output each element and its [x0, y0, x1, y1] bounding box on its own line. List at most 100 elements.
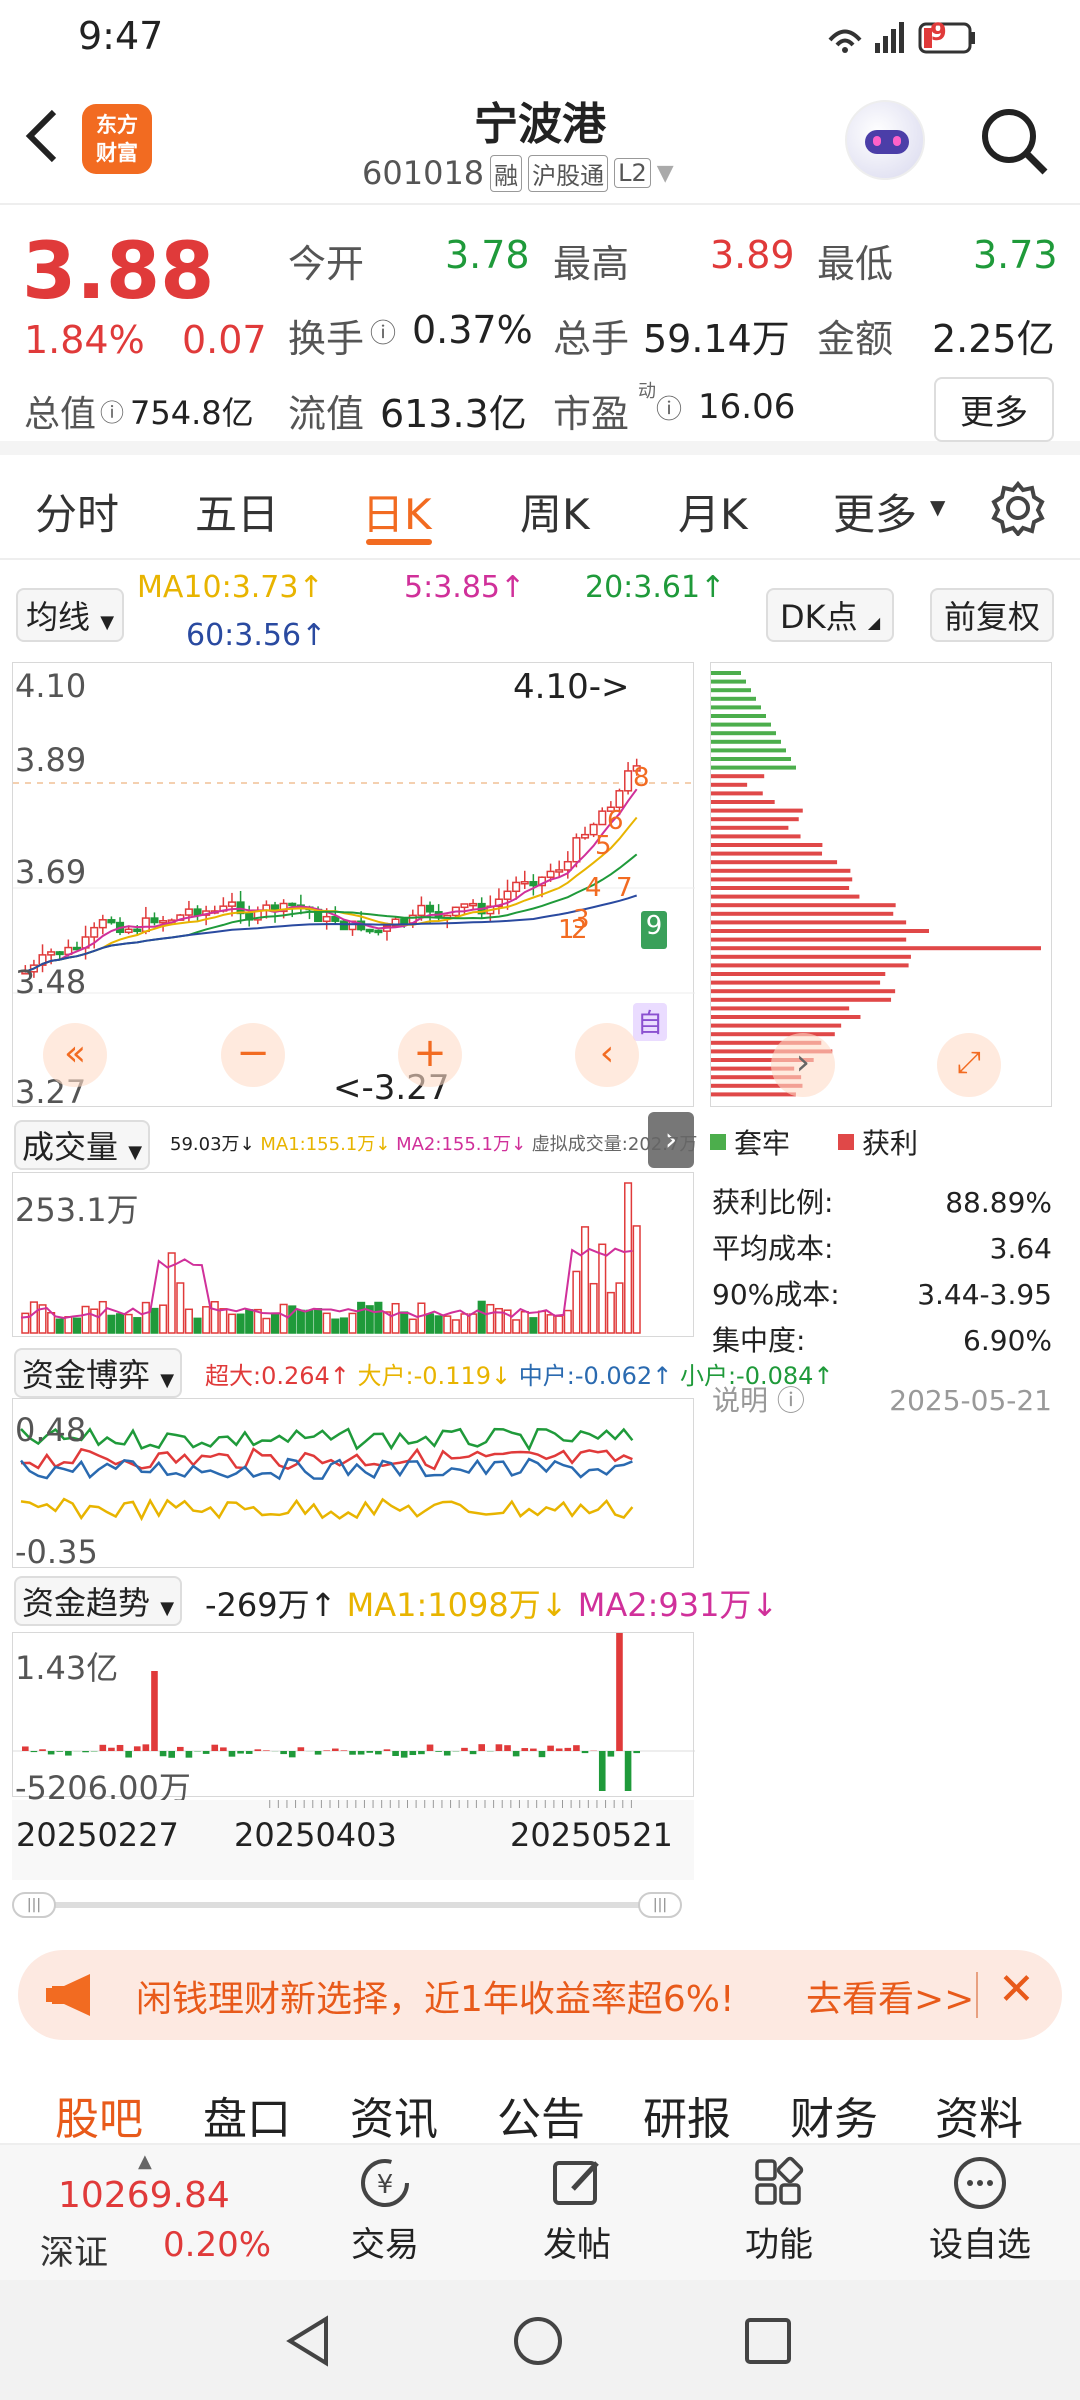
- more-button[interactable]: 更多: [934, 377, 1054, 442]
- tab-research[interactable]: 研报: [643, 2083, 731, 2147]
- fund-game-y-top: 0.48: [15, 1411, 87, 1449]
- chip-bar: [711, 688, 751, 693]
- fund-game-selector[interactable]: 资金博弈 ▼: [14, 1348, 183, 1398]
- volume-bar: [512, 1319, 521, 1334]
- chip-bar: [711, 980, 881, 985]
- slider-right-handle[interactable]: |||: [638, 1892, 682, 1918]
- volume-bar: [606, 1291, 615, 1334]
- gear-icon[interactable]: [990, 480, 1046, 536]
- fund-trend-bar: [435, 1751, 442, 1752]
- quote-panel: 3.88 1.84% 0.07 总值 ⓘ 754.8亿 今开 3.78 最高 3…: [0, 205, 1080, 455]
- tab-monthly-k[interactable]: 月K: [678, 481, 748, 542]
- candle-body: [133, 928, 142, 933]
- trade-button[interactable]: ¥ 交易: [330, 2155, 440, 2270]
- volume-bar: [107, 1314, 116, 1334]
- robot-avatar-icon[interactable]: [845, 100, 925, 180]
- chevron-down-icon[interactable]: ▼: [657, 161, 674, 186]
- fund-trend-bar: [125, 1751, 132, 1758]
- fund-trend-bar: [65, 1751, 72, 1756]
- open-value: 3.78: [445, 233, 530, 277]
- scroll-left-fast-button[interactable]: «: [43, 1023, 107, 1087]
- volume-stats: 59.03万↓ MA1:155.1万↓ MA2:155.1万↓ 虚拟成交量:20…: [170, 1130, 697, 1156]
- chip-next-button[interactable]: ›: [771, 1033, 835, 1097]
- tab-5day[interactable]: 五日: [195, 481, 279, 542]
- fund-trend-bar: [159, 1751, 167, 1757]
- fund-trend-bar: [30, 1751, 38, 1753]
- tab-announcement[interactable]: 公告: [497, 2083, 585, 2147]
- volume-label: 总手: [553, 317, 630, 361]
- td-seq-num: 3: [573, 905, 590, 935]
- close-icon[interactable]: ✕: [998, 1964, 1035, 2015]
- adjust-selector[interactable]: 前复权: [930, 588, 1055, 642]
- functions-button[interactable]: 功能: [724, 2155, 834, 2270]
- tab-profile[interactable]: 资料: [935, 2083, 1023, 2147]
- chip-bar: [711, 1015, 861, 1019]
- range-slider[interactable]: ||| |||: [12, 1892, 694, 1918]
- post-button[interactable]: 发帖: [522, 2155, 632, 2270]
- fund-game-line: [20, 1497, 634, 1522]
- chip-bar: [711, 843, 823, 847]
- high-value: 3.89: [710, 233, 795, 277]
- ma5-label: 5:3.85↑: [404, 570, 526, 605]
- fund-trend-bar: [99, 1744, 107, 1751]
- fund-game-chart[interactable]: 0.48 -0.35: [12, 1398, 694, 1571]
- volume-bar: [391, 1302, 400, 1334]
- tab-pankou[interactable]: 盘口: [203, 2083, 291, 2147]
- nav-home-icon[interactable]: [512, 2315, 564, 2367]
- tab-news[interactable]: 资讯: [350, 2083, 438, 2147]
- info-icon[interactable]: ⓘ: [100, 393, 124, 428]
- chip-bar: [711, 903, 896, 908]
- dk-point-selector[interactable]: DK点 ◢: [766, 588, 895, 642]
- tab-underline: [366, 539, 432, 545]
- volume-bar: [236, 1313, 245, 1334]
- search-icon[interactable]: [975, 102, 1055, 182]
- zoom-out-button[interactable]: −: [221, 1023, 285, 1087]
- date-axis: 20250227 20250403 20250521: [12, 1800, 694, 1880]
- ma-selector[interactable]: 均线 ▼: [16, 588, 125, 642]
- info-icon[interactable]: ⓘ: [370, 313, 396, 350]
- fund-trend-bar: [133, 1746, 141, 1751]
- chip-bar: [711, 705, 761, 710]
- last-price: 3.88: [22, 227, 215, 317]
- nav-back-icon[interactable]: [282, 2315, 334, 2367]
- chip-bar: [711, 937, 907, 942]
- fund-trend-chart[interactable]: 1.43亿 -5206.00万: [12, 1632, 695, 1807]
- volume-chart[interactable]: 253.1万: [12, 1172, 694, 1337]
- volume-bar: [55, 1318, 64, 1334]
- tab-finance[interactable]: 财务: [790, 2083, 878, 2147]
- fund-trend-bar: [177, 1746, 184, 1751]
- info-icon[interactable]: ⓘ: [656, 389, 682, 426]
- chip-bar: [711, 671, 741, 675]
- expand-icon[interactable]: ⤢: [937, 1033, 1001, 1097]
- kline-chart[interactable]: 4.10 3.89 3.69 3.48 3.27 4.10-> <-3.27 9…: [12, 662, 695, 1111]
- volume-bar: [90, 1308, 99, 1334]
- tab-intraday[interactable]: 分时: [35, 481, 119, 542]
- content-tabs: 股吧 盘口 资讯 公告 研报 财务 资料: [0, 2055, 1080, 2145]
- tab-weekly-k[interactable]: 周K: [520, 481, 590, 542]
- dk-point-label: DK点: [780, 598, 858, 636]
- promo-cta[interactable]: 去看看>>: [806, 1970, 974, 2022]
- fund-trend-bar: [607, 1751, 615, 1757]
- candle-body: [141, 917, 150, 933]
- fund-trend-bar: [357, 1751, 365, 1755]
- fund-trend-selector[interactable]: 资金趋势 ▼: [14, 1576, 183, 1626]
- zoom-in-button[interactable]: +: [398, 1023, 462, 1087]
- chip-distribution-chart[interactable]: › ⤢: [710, 662, 1052, 1107]
- volume-bar: [572, 1270, 581, 1334]
- edit-icon: [553, 2161, 599, 2205]
- candle-body: [460, 903, 469, 909]
- index-ticker[interactable]: ▲ 10269.84 深证 0.20%: [18, 2151, 288, 2273]
- candle-body: [400, 918, 409, 924]
- tab-more[interactable]: 更多: [833, 481, 917, 542]
- slider-left-handle[interactable]: |||: [12, 1892, 56, 1918]
- fund-trend-bar: [56, 1751, 64, 1752]
- candle-body: [563, 860, 572, 871]
- nav-recents-icon[interactable]: [742, 2315, 794, 2367]
- tab-daily-k[interactable]: 日K: [362, 481, 432, 542]
- volume-selector[interactable]: 成交量 ▼: [14, 1120, 151, 1170]
- fund-trend-bar: [220, 1747, 227, 1751]
- add-watchlist-button[interactable]: 设自选: [920, 2155, 1040, 2270]
- scroll-left-button[interactable]: ‹: [575, 1023, 639, 1087]
- tab-guba[interactable]: 股吧: [55, 2083, 143, 2147]
- promo-banner[interactable]: 闲钱理财新选择，近1年收益率超6%! 去看看>> ✕: [18, 1950, 1062, 2040]
